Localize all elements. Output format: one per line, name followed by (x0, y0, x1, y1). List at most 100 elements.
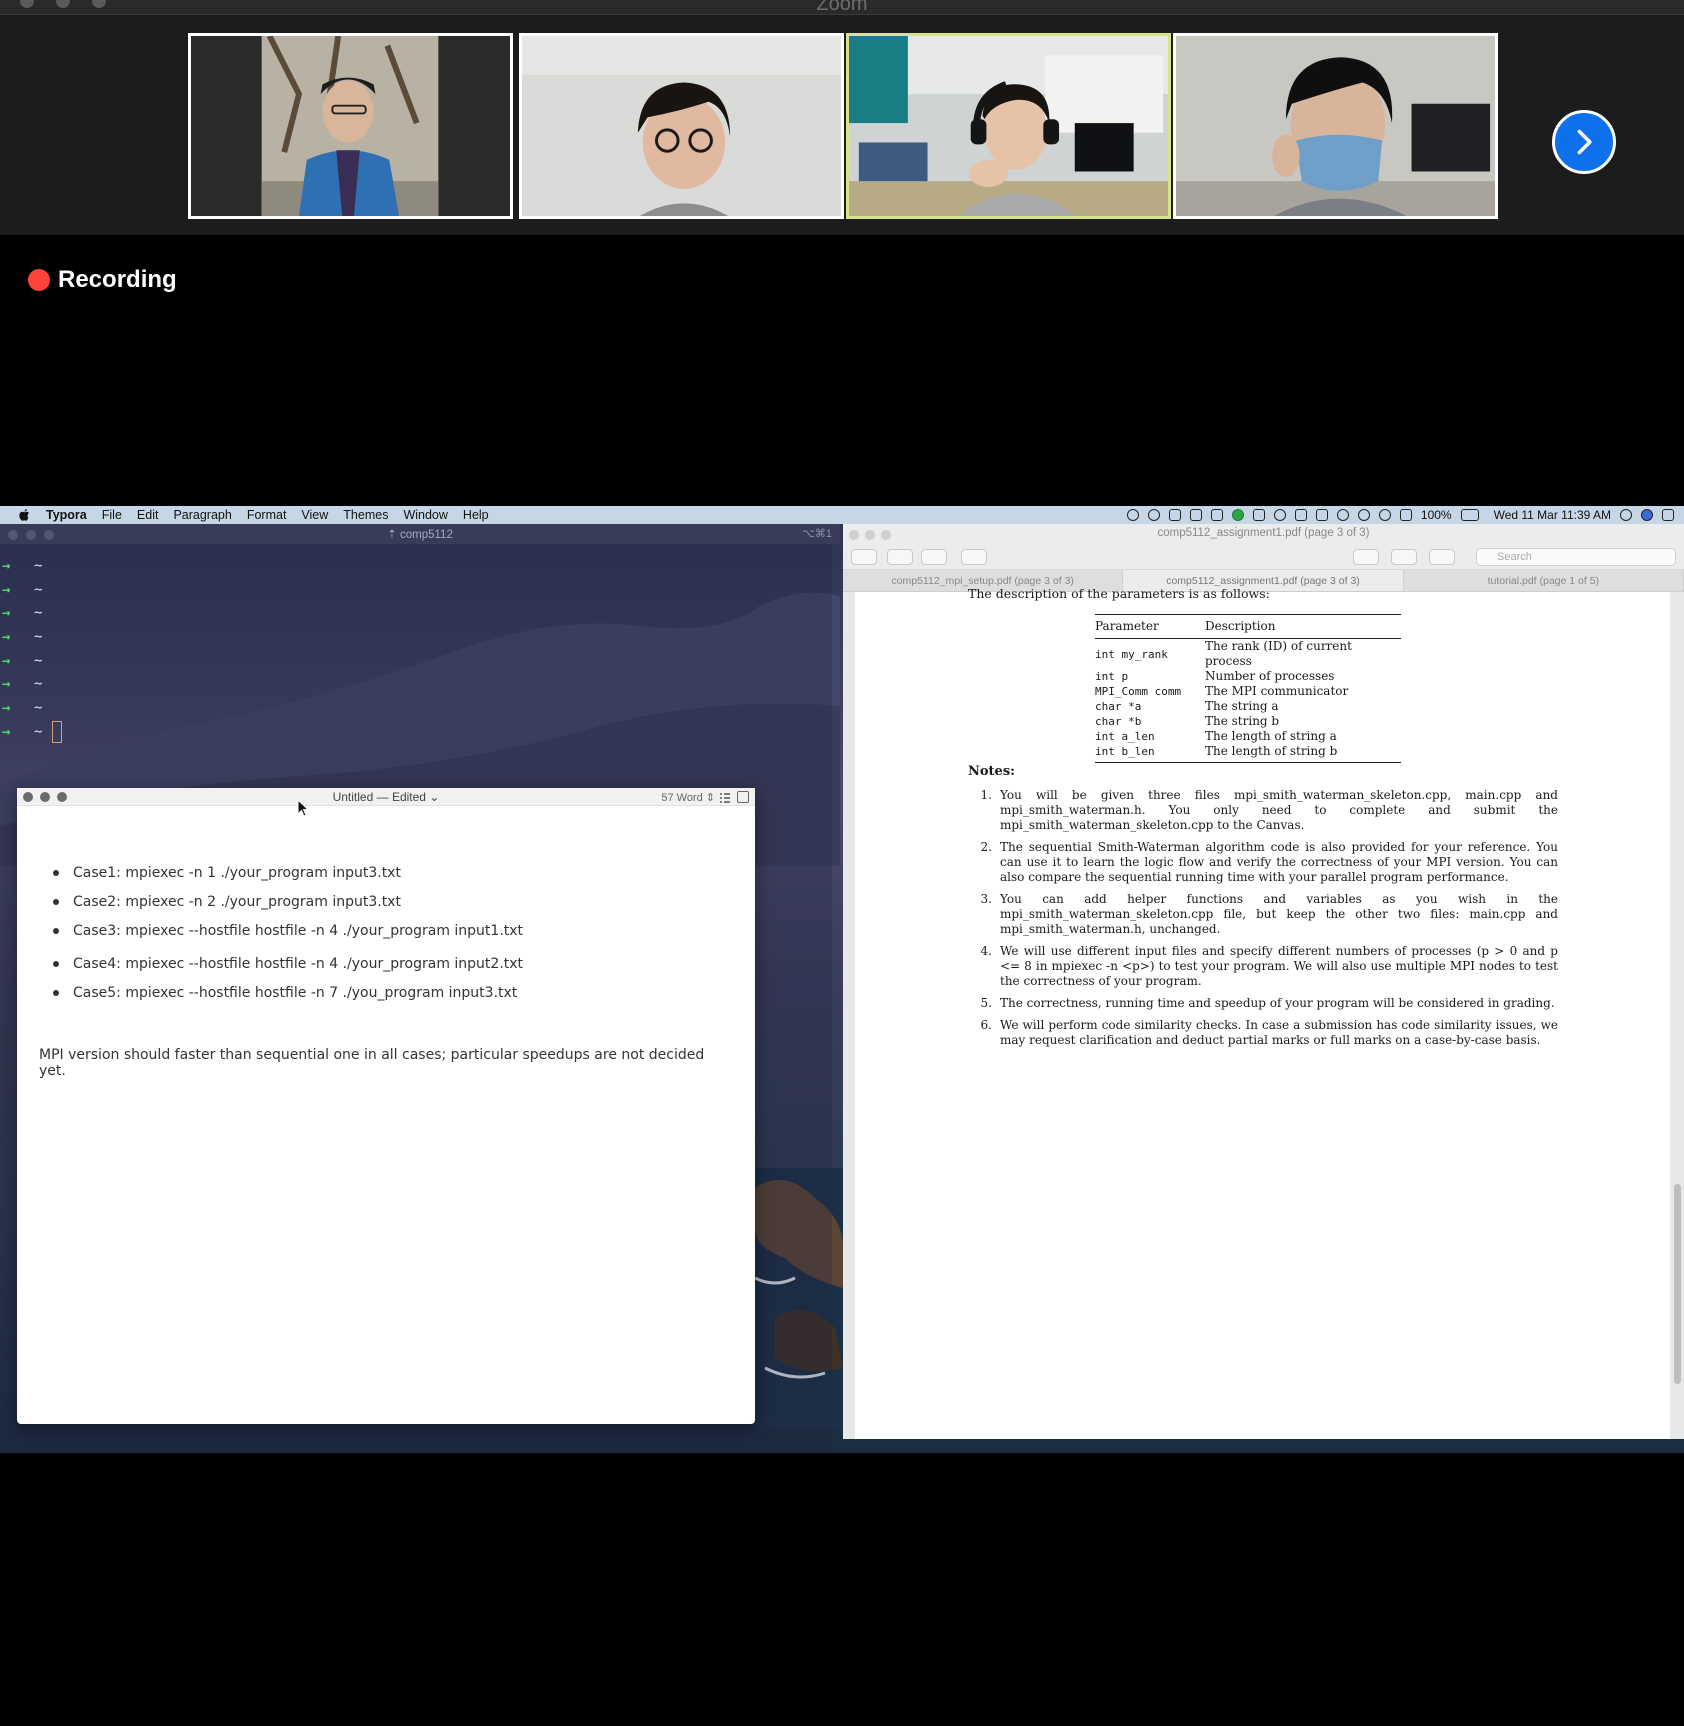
prompt-directory: ~ (34, 723, 43, 740)
volume-status-icon[interactable] (1399, 509, 1412, 521)
param-name: int a_len (1095, 730, 1155, 743)
participant-video-3-image (849, 36, 1168, 216)
annotate-icon[interactable] (1429, 549, 1455, 565)
param-description: The MPI communicator (1205, 684, 1349, 698)
terminal-line: → ~ (2, 601, 62, 625)
menu-themes[interactable]: Themes (343, 508, 388, 522)
note-number: 3. (980, 892, 992, 906)
share-icon[interactable] (961, 549, 987, 565)
pen-status-icon[interactable] (1189, 509, 1202, 521)
param-name: int b_len (1095, 744, 1205, 763)
notes-list: 1. You will be given three files mpi_smit… (968, 788, 1558, 1055)
record-status-icon[interactable] (1273, 509, 1286, 521)
recording-indicator[interactable]: Recording (28, 266, 177, 294)
menu-view[interactable]: View (301, 508, 328, 522)
tab-tutorial[interactable]: tutorial.pdf (page 1 of 5) (1404, 570, 1684, 591)
menu-app-typora[interactable]: Typora (46, 508, 87, 522)
clock-datetime[interactable]: Wed 11 Mar 11:39 AM (1494, 508, 1611, 522)
screen-status-icon[interactable] (1168, 509, 1181, 521)
notification-center-icon[interactable] (1662, 509, 1674, 521)
note-number: 4. (980, 944, 992, 958)
prompt-arrow-icon: → (2, 581, 11, 598)
table-row: int p Number of processes (1095, 669, 1401, 684)
note-text: You can add helper functions and variabl… (1000, 892, 1558, 936)
sidebar-panel-icon[interactable] (737, 791, 749, 803)
siri-icon[interactable] (1641, 509, 1653, 521)
menu-format[interactable]: Format (247, 508, 287, 522)
table-row: int my_rank The rank (ID) of current proc… (1095, 639, 1401, 670)
shared-screen: Typora File Edit Paragraph Format View T… (0, 506, 1684, 1453)
recording-dot-icon (28, 269, 50, 291)
preview-scrollbar[interactable] (1674, 1184, 1681, 1384)
preview-pdf-window[interactable]: comp5112_assignment1.pdf (page 3 of 3) S… (843, 524, 1684, 1439)
outline-list-icon[interactable] (719, 791, 731, 803)
list-item-text: Case3: mpiexec --hostfile hostfile -n 4 … (73, 922, 524, 939)
preview-search-field[interactable]: Search (1476, 548, 1676, 566)
terminal-line-active: → ~ (2, 720, 63, 744)
wechat-status-icon[interactable] (1147, 509, 1160, 521)
typora-title[interactable]: Untitled — Edited ⌄ (17, 790, 755, 804)
battery-percent[interactable]: 100% (1421, 508, 1452, 522)
word-count[interactable]: 57 Word ⇕ (661, 791, 715, 804)
updown-chevron-icon: ⇕ (705, 792, 715, 804)
typora-titlebar[interactable]: Untitled — Edited ⌄ 57 Word ⇕ (17, 788, 755, 806)
note-item: 6. We will perform code similarity checks… (968, 1018, 1558, 1048)
sync-status-icon[interactable] (1315, 509, 1328, 521)
next-page-button[interactable] (1552, 110, 1616, 174)
menu-window[interactable]: Window (403, 508, 447, 522)
participant-video-2-image (522, 36, 841, 216)
zoom-out-icon[interactable] (887, 549, 913, 565)
sidebar-toggle-icon[interactable] (851, 549, 877, 565)
param-description: The length of string b (1205, 744, 1401, 763)
menu-paragraph[interactable]: Paragraph (173, 508, 231, 522)
magnifier-status-icon[interactable] (1126, 509, 1139, 521)
note-number: 2. (980, 840, 992, 854)
terminal-line: → ~ (2, 578, 62, 602)
bluetooth-status-icon[interactable] (1357, 509, 1370, 521)
chevron-right-icon (1577, 129, 1592, 155)
app-status-icon[interactable] (1231, 509, 1244, 521)
markup-pen-icon[interactable] (1353, 549, 1379, 565)
terminal-line: → ~ (2, 696, 62, 720)
param-name: char *a (1095, 700, 1142, 713)
prompt-arrow-icon: → (2, 557, 11, 574)
word-count-text: 57 Word (661, 792, 703, 804)
terminal-title: ⇡ comp5112 (387, 529, 453, 541)
dropbox-status-icon[interactable] (1294, 509, 1307, 521)
recording-label: Recording (58, 266, 177, 293)
participant-video-1[interactable] (188, 33, 513, 219)
terminal-titlebar[interactable]: ⇡ comp5112 ⌥⌘1 (0, 524, 840, 544)
time-machine-status-icon[interactable] (1336, 509, 1349, 521)
outline-list-glyph (720, 793, 730, 803)
preview-titlebar[interactable]: comp5112_assignment1.pdf (page 3 of 3) (843, 524, 1684, 544)
note-number: 1. (980, 788, 992, 802)
participant-video-2[interactable] (519, 33, 844, 219)
menu-edit[interactable]: Edit (137, 508, 159, 522)
participant-video-3-active-speaker[interactable] (846, 33, 1171, 219)
zoom-titlebar: Zoom (0, 0, 1684, 15)
participant-video-4[interactable] (1173, 33, 1498, 219)
list-item-text: Case2: mpiexec -n 2 ./your_program input… (73, 893, 401, 910)
menu-file[interactable]: File (102, 508, 122, 522)
calendar-status-icon[interactable] (1210, 509, 1223, 521)
param-name: char *b (1095, 715, 1142, 728)
prompt-directory: ~ (34, 652, 43, 669)
wifi-status-icon[interactable] (1378, 509, 1391, 521)
typora-window[interactable]: Untitled — Edited ⌄ 57 Word ⇕ Case1: mpi… (17, 788, 755, 1424)
list-item: Case3: mpiexec --hostfile hostfile -n 4 … (43, 916, 729, 945)
rotate-icon[interactable] (1391, 549, 1417, 565)
input-status-icon[interactable] (1252, 509, 1265, 521)
prompt-directory: ~ (34, 676, 43, 693)
param-description: The rank (ID) of current process (1205, 639, 1352, 668)
apple-logo-icon[interactable] (18, 508, 32, 522)
menu-help[interactable]: Help (463, 508, 489, 522)
mouse-pointer-icon (297, 799, 309, 817)
typora-document[interactable]: Case1: mpiexec -n 1 ./your_program input… (39, 858, 729, 1080)
table-row: int b_len The length of string b (1095, 744, 1401, 763)
note-text: We will perform code similarity checks. … (1000, 1018, 1558, 1047)
zoom-in-icon[interactable] (921, 549, 947, 565)
terminal-output[interactable]: → ~ → ~ → ~ → ~ → ~ → ~ → ~ → ~ (2, 554, 63, 744)
prompt-arrow-icon: → (2, 723, 11, 740)
spotlight-search-icon[interactable] (1620, 509, 1632, 521)
pdf-page[interactable]: The description of the parameters is as … (855, 586, 1670, 1439)
